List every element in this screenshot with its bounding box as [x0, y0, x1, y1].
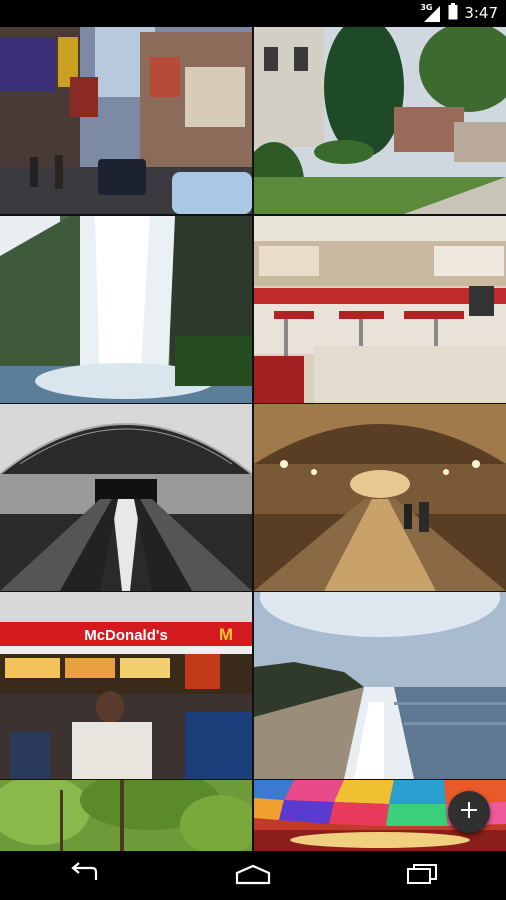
- network-type-badge: 3G: [420, 2, 433, 12]
- home-icon: [233, 863, 273, 889]
- recent-apps-icon: [405, 863, 439, 889]
- photo-grid: McDonald's M: [0, 27, 506, 851]
- photo-tile-tree-canopy[interactable]: [0, 780, 252, 851]
- photo-tile-pedestrian-tunnel[interactable]: [254, 404, 506, 591]
- signal-icon: 3G: [420, 2, 442, 22]
- back-icon: [66, 861, 102, 890]
- photo-tile-retro-diner[interactable]: [254, 216, 506, 403]
- add-fab-button[interactable]: [448, 791, 490, 833]
- recent-apps-button[interactable]: [372, 851, 472, 900]
- photo-tile-mcdonalds-food-court[interactable]: McDonald's M: [0, 592, 252, 779]
- home-button[interactable]: [203, 851, 303, 900]
- status-bar: 3G 3:47: [0, 0, 506, 27]
- status-time: 3:47: [464, 4, 498, 22]
- photo-tile-beach-shoreline[interactable]: [254, 592, 506, 779]
- photo-tile-chinatown-street[interactable]: [0, 27, 252, 214]
- battery-icon: [448, 3, 458, 24]
- svg-text:M: M: [219, 625, 233, 644]
- navigation-bar: [0, 851, 506, 900]
- mcdonalds-sign-text: McDonald's: [84, 627, 168, 644]
- photo-tile-metro-station[interactable]: [0, 404, 252, 591]
- photo-tile-waterfall[interactable]: [0, 216, 252, 403]
- plus-icon: [459, 800, 479, 824]
- photo-tile-suburban-houses[interactable]: [254, 27, 506, 214]
- back-button[interactable]: [34, 851, 134, 900]
